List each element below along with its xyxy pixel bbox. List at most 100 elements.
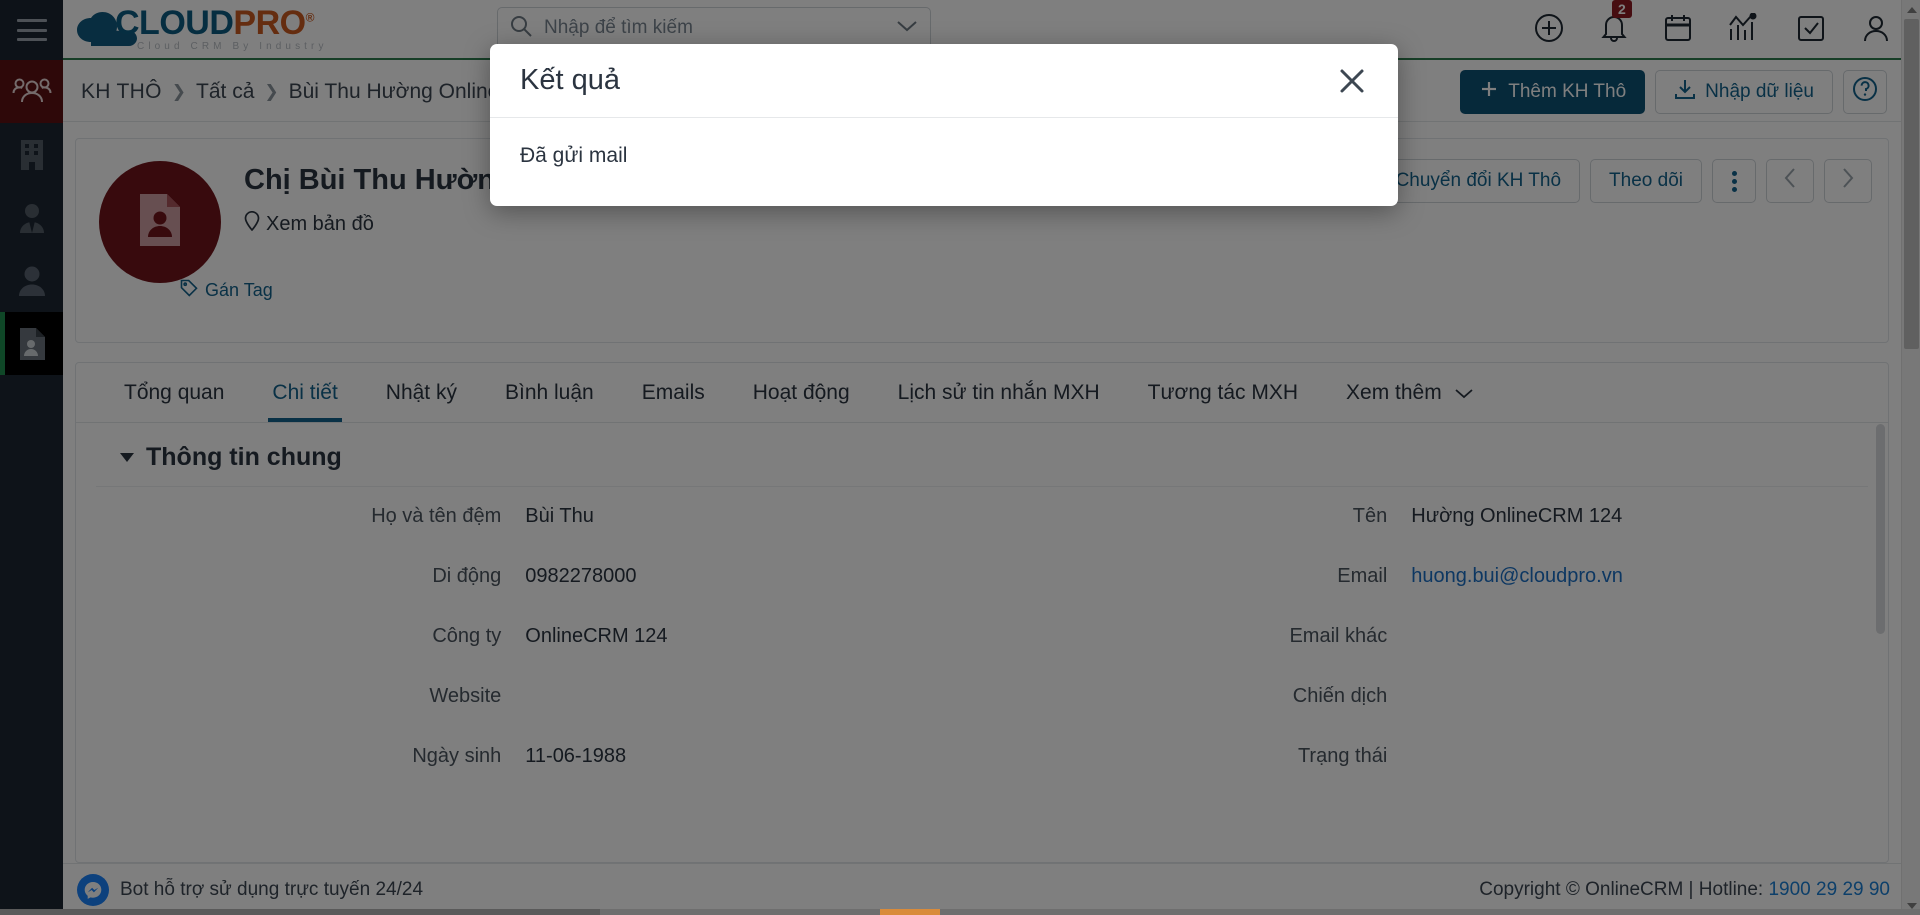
prev-record-button[interactable] xyxy=(1766,159,1814,203)
tab-nhat-ky[interactable]: Nhật ký xyxy=(362,363,481,422)
field-label: Trạng thái xyxy=(1297,745,1388,767)
tab-label: Bình luận xyxy=(504,380,594,404)
field-value: 11-06-1988 xyxy=(525,745,627,767)
dialog-title: Kết quả xyxy=(520,64,620,96)
tab-hoat-dong[interactable]: Hoạt động xyxy=(729,363,874,422)
more-actions-button[interactable] xyxy=(1712,159,1756,203)
tab-emails[interactable]: Emails xyxy=(618,363,729,422)
sidebar-item-leads[interactable] xyxy=(0,312,63,375)
taskbar-peek xyxy=(0,909,1920,915)
field-row: Di động 0982278000 xyxy=(96,565,982,625)
logo-text-pro: PRO xyxy=(233,4,306,42)
support-bot-label: Bot hỗ trợ sử dụng trực tuyến 24/24 xyxy=(120,878,424,900)
sidebar-item-groups[interactable] xyxy=(0,60,63,123)
vertical-dots-icon xyxy=(1731,170,1737,192)
dialog-body: Đã gửi mail xyxy=(520,144,628,167)
caret-down-icon[interactable] xyxy=(120,453,134,462)
hotline-link[interactable]: 1900 29 29 90 xyxy=(1768,879,1890,900)
add-lead-button[interactable]: Thêm KH Thô xyxy=(1460,69,1646,114)
breadcrumb-item-0[interactable]: KH THÔ xyxy=(81,80,162,104)
tab-lich-su-tin-nhan-mxh[interactable]: Lịch sử tin nhắn MXH xyxy=(874,363,1124,422)
chevron-down-icon[interactable] xyxy=(896,19,918,38)
scroll-up-arrow-icon[interactable] xyxy=(1902,0,1920,19)
field-row: Công ty OnlineCRM 124 xyxy=(96,625,982,685)
global-search[interactable]: Nhập để tìm kiếm xyxy=(497,7,931,49)
question-circle-icon xyxy=(1852,76,1878,108)
search-input[interactable]: Nhập để tìm kiếm xyxy=(544,17,896,39)
section-title: Thông tin chung xyxy=(146,443,342,471)
logo-registered-mark: ® xyxy=(305,10,315,25)
tab-label: Nhật ký xyxy=(385,380,457,404)
field-value: Bùi Thu xyxy=(525,505,594,527)
field-value: OnlineCRM 124 xyxy=(525,625,668,647)
field-row: Email huong.bui@cloudpro.vn xyxy=(982,565,1868,625)
search-icon xyxy=(510,15,532,42)
convert-lead-button[interactable]: Chuyển đổi KH Thô xyxy=(1376,159,1581,203)
taskbar-segment xyxy=(600,909,880,915)
follow-button[interactable]: Theo dõi xyxy=(1590,159,1702,203)
help-button[interactable] xyxy=(1843,69,1887,114)
support-bot[interactable]: Bot hỗ trợ sử dụng trực tuyến 24/24 xyxy=(77,873,424,906)
page-actions: Thêm KH Thô Nhập dữ liệu xyxy=(1460,69,1887,114)
next-record-button[interactable] xyxy=(1824,159,1872,203)
section-header[interactable]: Thông tin chung xyxy=(96,423,1868,487)
tab-label: Tổng quan xyxy=(124,380,225,404)
dialog-header: Kết quả xyxy=(490,44,1398,118)
close-icon xyxy=(1337,66,1367,96)
field-row: Ngày sinh 11-06-1988 xyxy=(96,745,982,805)
tab-tong-quan[interactable]: Tổng quan xyxy=(100,363,248,422)
avatar xyxy=(99,161,221,283)
copyright-text: Copyright © OnlineCRM | Hotline: xyxy=(1479,878,1769,900)
user-icon[interactable] xyxy=(1862,13,1890,48)
field-value: 0982278000 xyxy=(525,565,637,587)
tab-xem-them[interactable]: Xem thêm xyxy=(1322,363,1498,422)
email-link[interactable]: huong.bui@cloudpro.vn xyxy=(1407,565,1868,588)
tab-binh-luan[interactable]: Bình luận xyxy=(481,363,618,422)
sidebar-menu-toggle[interactable] xyxy=(0,0,63,60)
page-scrollbar-thumb[interactable] xyxy=(1904,19,1919,349)
field-column-right: Tên Hường OnlineCRM 124 Email huong.bui@… xyxy=(982,505,1868,805)
page-scrollbar[interactable] xyxy=(1901,0,1920,915)
tab-chi-tiet[interactable]: Chi tiết xyxy=(248,363,361,422)
field-row: Email khác xyxy=(982,625,1868,685)
contact-card-icon xyxy=(137,192,183,253)
notification-badge: 2 xyxy=(1612,0,1632,18)
breadcrumb-item-1[interactable]: Tất cả xyxy=(196,80,254,104)
chevron-right-icon xyxy=(1841,167,1855,195)
panel-scrollbar[interactable] xyxy=(1874,424,1887,861)
field-label: Họ và tên đệm xyxy=(371,505,502,527)
result-dialog: Kết quả Đã gửi mail xyxy=(490,44,1398,206)
sidebar-item-person[interactable] xyxy=(0,249,63,312)
view-map-link[interactable]: Xem bản đồ xyxy=(244,210,374,237)
bell-icon[interactable]: 2 xyxy=(1600,0,1632,48)
hamburger-menu-icon[interactable] xyxy=(16,19,47,41)
import-data-label: Nhập dữ liệu xyxy=(1705,80,1814,102)
logo-wordmark: CLOUDPRO® xyxy=(115,6,328,40)
assign-tag-link[interactable]: Gán Tag xyxy=(180,279,273,302)
checkbox-icon[interactable] xyxy=(1796,13,1826,48)
sidebar-item-contact-tie[interactable] xyxy=(0,186,63,249)
field-label: Công ty xyxy=(432,625,502,647)
app-logo[interactable]: CLOUDPRO® Cloud CRM By Industry xyxy=(73,6,328,52)
chevron-left-icon xyxy=(1783,167,1797,195)
messenger-icon xyxy=(77,873,109,906)
field-column-left: Họ và tên đệm Bùi Thu Di động 0982278000… xyxy=(96,505,982,805)
field-label: Chiến dịch xyxy=(1292,685,1388,707)
taskbar-active-segment xyxy=(880,909,940,915)
location-pin-icon xyxy=(244,210,260,237)
field-row: Chiến dịch xyxy=(982,685,1868,745)
logo-text-cloud: CLOUD xyxy=(115,4,234,42)
import-data-button[interactable]: Nhập dữ liệu xyxy=(1655,69,1833,114)
panel-scrollbar-thumb[interactable] xyxy=(1876,424,1885,634)
field-row: Trạng thái xyxy=(982,745,1868,805)
calendar-icon[interactable] xyxy=(1664,13,1692,48)
tab-label: Tương tác MXH xyxy=(1147,380,1299,404)
tab-tuong-tac-mxh[interactable]: Tương tác MXH xyxy=(1124,363,1322,422)
id-card-icon xyxy=(18,327,46,361)
header-icon-group: 2 xyxy=(1534,0,1890,60)
close-button[interactable] xyxy=(1332,61,1372,101)
breadcrumb-separator-icon: ❯ xyxy=(264,81,279,101)
chart-icon[interactable] xyxy=(1728,12,1760,48)
sidebar-item-company[interactable] xyxy=(0,123,63,186)
plus-circle-icon[interactable] xyxy=(1534,13,1564,48)
